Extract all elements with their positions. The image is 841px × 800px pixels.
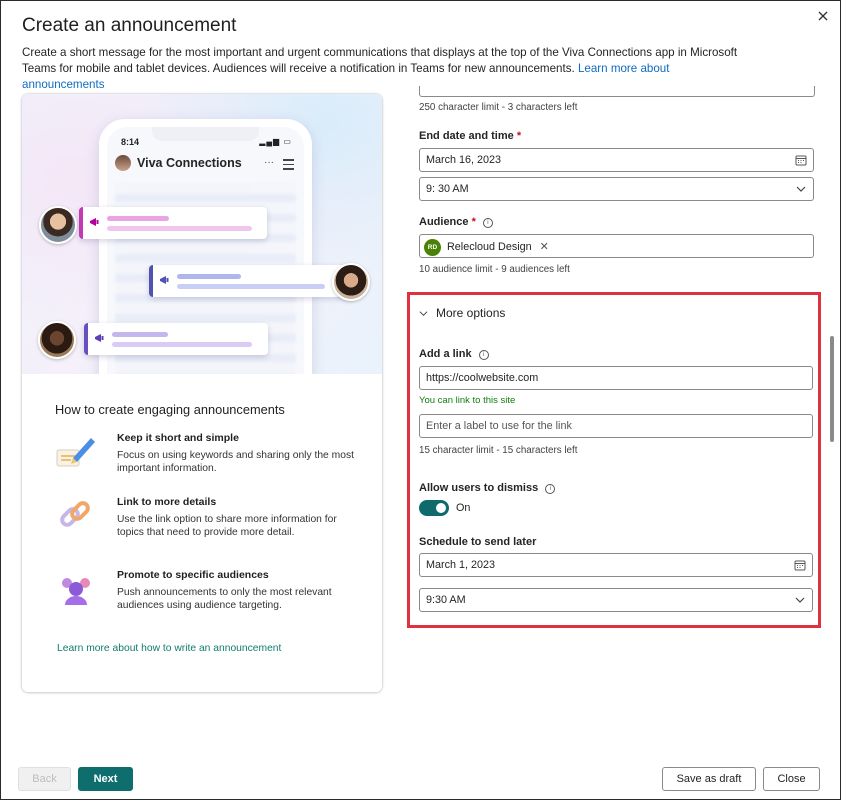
dialog-title: Create an announcement <box>22 15 237 36</box>
next-button[interactable]: Next <box>78 767 133 791</box>
info-icon[interactable]: i <box>478 350 489 360</box>
link-label-placeholder: Enter a label to use for the link <box>426 420 572 432</box>
phone-time: 8:14 <box>121 137 140 147</box>
allow-dismiss-toggle[interactable] <box>419 500 449 516</box>
audience-chip-name: Relecloud Design <box>447 241 532 253</box>
end-date-label-text: End date and time <box>419 130 514 142</box>
people-group-icon <box>62 578 90 605</box>
more-options-toggle[interactable]: More options <box>419 306 505 320</box>
end-date-value: March 16, 2023 <box>426 154 502 166</box>
calendar-icon <box>794 560 806 571</box>
pencil-paper-icon <box>56 438 95 467</box>
link-valid-hint: You can link to this site <box>419 395 516 406</box>
person-avatar-3 <box>38 321 76 359</box>
end-time-dropdown[interactable]: 9: 30 AM <box>419 177 814 201</box>
learn-how-to-write-link[interactable]: Learn more about how to write an announc… <box>57 643 281 654</box>
message-field-bottom[interactable] <box>419 86 815 97</box>
schedule-label: Schedule to send later <box>419 536 537 548</box>
phone-menu-icon <box>283 159 294 173</box>
allow-dismiss-state: On <box>456 502 471 514</box>
megaphone-icon <box>95 334 104 342</box>
link-url-input[interactable]: https://coolwebsite.com <box>419 366 813 390</box>
megaphone-icon <box>90 218 99 226</box>
sample-announcement-card-2 <box>149 265 353 297</box>
end-time-value: 9: 30 AM <box>426 183 469 195</box>
chain-link-icon <box>60 501 90 527</box>
schedule-date-value: March 1, 2023 <box>426 559 496 571</box>
calendar-icon <box>795 155 807 166</box>
phone-app-header: Viva Connections <box>115 155 242 171</box>
person-avatar-2 <box>332 263 370 301</box>
phone-status-icons: ▂▄▆ ▭ <box>259 137 292 146</box>
tip-audiences: Promote to specific audiences Push annou… <box>55 569 355 619</box>
tip-3-body: Push announcements to only the most rele… <box>117 587 332 611</box>
chevron-down-icon <box>795 597 805 603</box>
chevron-down-icon <box>796 186 806 192</box>
end-date-label: End date and time * <box>419 130 521 142</box>
phone-app-name: Viva Connections <box>137 156 242 170</box>
megaphone-icon <box>160 276 169 284</box>
allow-dismiss-label: Allow users to dismiss i <box>419 482 556 494</box>
phone-more-icon: ··· <box>264 157 274 168</box>
end-date-picker[interactable]: March 16, 2023 <box>419 148 814 172</box>
link-label-limit-hint: 15 character limit - 15 characters left <box>419 445 578 456</box>
audience-chip-avatar: RD <box>424 238 441 256</box>
more-options-label: More options <box>436 306 506 320</box>
sample-announcement-card-3 <box>84 323 268 355</box>
tip-1-title: Keep it short and simple <box>117 432 239 444</box>
required-indicator: * <box>516 130 522 142</box>
required-indicator: * <box>471 216 476 228</box>
tip-3-title: Promote to specific audiences <box>117 569 269 581</box>
save-as-draft-button[interactable]: Save as draft <box>662 767 756 791</box>
link-label-input[interactable]: Enter a label to use for the link <box>419 414 813 438</box>
allow-dismiss-label-text: Allow users to dismiss <box>419 482 539 494</box>
audience-label: Audience * i <box>419 216 493 228</box>
sample-announcement-card-1 <box>79 207 267 239</box>
audience-chip: RD Relecloud Design ✕ <box>424 238 549 256</box>
back-button[interactable]: Back <box>18 767 71 791</box>
audience-label-text: Audience <box>419 216 469 228</box>
add-link-label: Add a link i <box>419 348 489 360</box>
schedule-time-dropdown[interactable]: 9:30 AM <box>419 588 813 612</box>
scrollbar-thumb[interactable] <box>830 336 834 442</box>
highlight-box <box>407 292 821 628</box>
tip-keep-short: Keep it short and simple Focus on using … <box>55 432 355 482</box>
create-announcement-dialog: Create an announcement Create a short me… <box>0 0 841 800</box>
chevron-down-icon <box>419 310 428 316</box>
person-avatar-1 <box>39 206 77 244</box>
audience-limit-hint: 10 audience limit - 9 audiences left <box>419 264 570 275</box>
schedule-time-value: 9:30 AM <box>426 594 466 606</box>
tips-section: How to create engaging announcements Kee… <box>22 374 382 692</box>
tip-1-body: Focus on using keywords and sharing only… <box>117 450 354 474</box>
tip-2-title: Link to more details <box>117 496 217 508</box>
remove-audience-icon[interactable]: ✕ <box>540 236 549 258</box>
schedule-date-picker[interactable]: March 1, 2023 <box>419 553 813 577</box>
tip-link-details: Link to more details Use the link option… <box>55 496 355 546</box>
message-limit-hint: 250 character limit - 3 characters left <box>419 102 578 113</box>
add-link-label-text: Add a link <box>419 348 472 360</box>
tip-2-body: Use the link option to share more inform… <box>117 514 337 538</box>
tips-card: 8:14 ▂▄▆ ▭ Viva Connections ··· How to c… <box>22 94 382 692</box>
link-url-value: https://coolwebsite.com <box>426 372 539 384</box>
phone-preview-illustration: 8:14 ▂▄▆ ▭ Viva Connections ··· <box>22 94 382 374</box>
close-dialog-icon[interactable] <box>816 9 830 23</box>
info-icon[interactable]: i <box>482 218 493 228</box>
close-button[interactable]: Close <box>763 767 820 791</box>
tips-heading: How to create engaging announcements <box>55 402 285 417</box>
phone-user-avatar <box>115 155 131 171</box>
info-icon[interactable]: i <box>545 484 556 494</box>
audience-picker[interactable]: RD Relecloud Design ✕ <box>419 234 814 258</box>
